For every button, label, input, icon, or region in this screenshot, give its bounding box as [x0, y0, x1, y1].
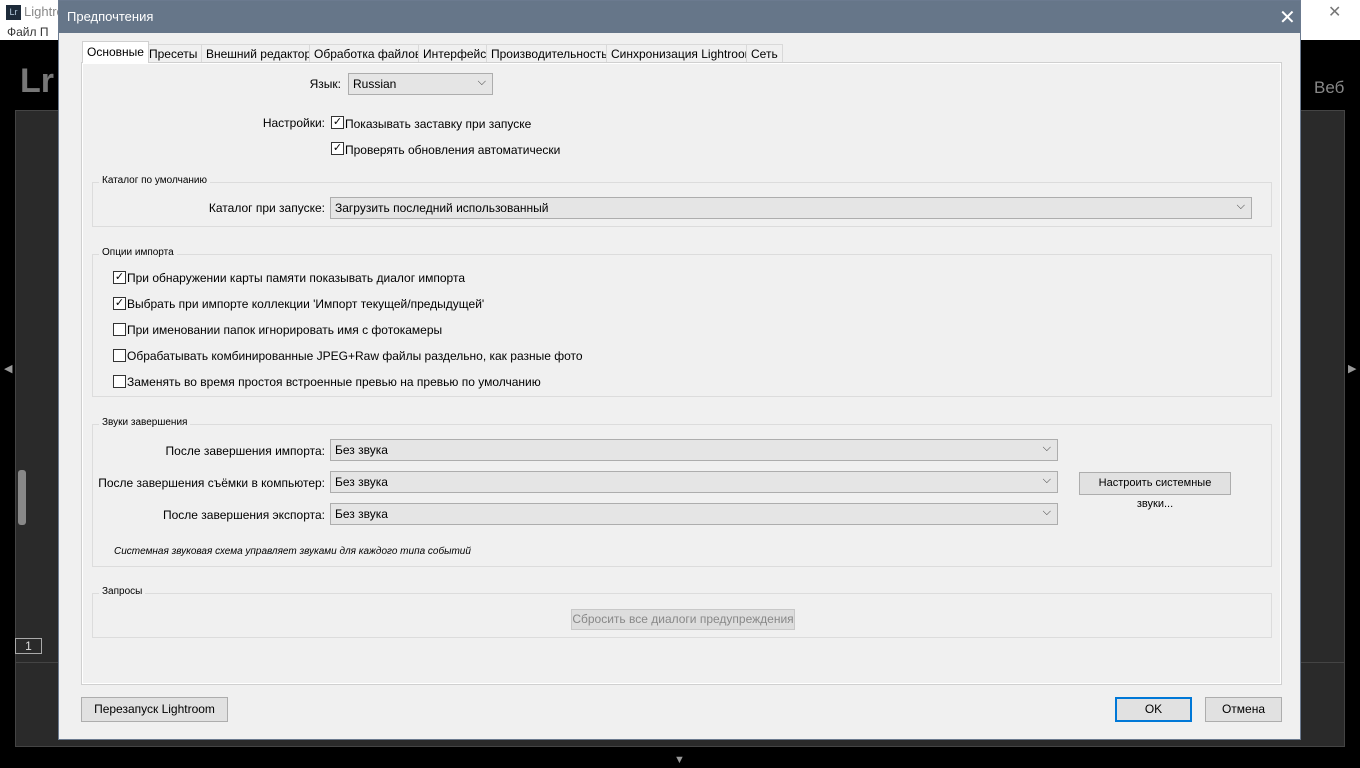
import-sound-select[interactable]: Без звука ⌵: [330, 439, 1058, 461]
import-group-title: Опции импорта: [99, 247, 177, 258]
app-logo: Lr: [6, 5, 21, 20]
sounds-group-title: Звуки завершения: [99, 417, 191, 428]
import-collection-checkbox[interactable]: ✓: [113, 297, 126, 310]
prompts-group-title: Запросы: [99, 586, 146, 597]
settings-label: Настройки:: [262, 116, 325, 130]
export-sound-select[interactable]: Без звука ⌵: [330, 503, 1058, 525]
language-value: Russian: [353, 77, 397, 91]
tab-presets[interactable]: Пресеты: [144, 44, 203, 63]
app-close-icon[interactable]: ✕: [1328, 2, 1341, 22]
system-sounds-button[interactable]: Настроить системные звуки...: [1079, 472, 1231, 510]
cancel-button[interactable]: Отмена: [1205, 697, 1282, 722]
check-updates-checkbox[interactable]: ✓: [331, 142, 344, 155]
catalog-value: Загрузить последний использованный: [335, 201, 549, 215]
import-option-label: При обнаружении карты памяти показывать …: [127, 271, 465, 285]
check-updates-label: Проверять обновления автоматически: [345, 143, 561, 157]
tab-external-editor[interactable]: Внешний редактор: [201, 44, 317, 63]
catalog-label: Каталог при запуске:: [208, 201, 325, 215]
replace-previews-checkbox[interactable]: [113, 375, 126, 388]
tether-sound-value: Без звука: [335, 475, 388, 489]
tab-performance[interactable]: Производительность: [486, 44, 613, 63]
tab-interface[interactable]: Интерфейс: [418, 44, 492, 63]
ok-button[interactable]: OK: [1115, 697, 1192, 722]
right-panel: [1295, 110, 1345, 690]
left-panel-toggle-icon[interactable]: ◀: [4, 362, 12, 375]
completion-sounds-group: Звуки завершения После завершения импорт…: [92, 417, 1272, 567]
tab-file-handling[interactable]: Обработка файлов: [309, 44, 427, 63]
import-dialog-checkbox[interactable]: ✓: [113, 271, 126, 284]
jpeg-raw-separate-checkbox[interactable]: [113, 349, 126, 362]
tab-lightroom-sync[interactable]: Синхронизация Lightroom: [606, 44, 760, 63]
chevron-down-icon: ⌵: [477, 76, 486, 88]
chevron-down-icon: ⌵: [1236, 200, 1245, 212]
tab-general[interactable]: Основные: [82, 41, 149, 63]
import-sound-label: После завершения импорта:: [165, 444, 325, 458]
filmstrip-page[interactable]: 1: [15, 638, 42, 654]
tab-panel: Язык: Russian ⌵ Настройки: ✓ Показывать з…: [81, 62, 1282, 685]
show-splash-label: Показывать заставку при запуске: [345, 117, 532, 131]
chevron-down-icon: ⌵: [1042, 474, 1051, 486]
import-option-label: Обрабатывать комбинированные JPEG+Raw фа…: [127, 349, 583, 363]
catalog-select[interactable]: Загрузить последний использованный ⌵: [330, 197, 1252, 219]
app-menu[interactable]: Файл П: [7, 25, 48, 39]
show-splash-checkbox[interactable]: ✓: [331, 116, 344, 129]
catalog-group: Каталог по умолчанию Каталог при запуске…: [92, 175, 1272, 227]
export-sound-value: Без звука: [335, 507, 388, 521]
prompts-group: Запросы Сбросить все диалоги предупрежде…: [92, 586, 1272, 638]
chevron-down-icon: ⌵: [1042, 506, 1051, 518]
dialog-title-bar: Предпочтения ✕: [59, 1, 1300, 33]
sounds-note: Системная звуковая схема управляет звука…: [114, 546, 471, 557]
left-scrollbar[interactable]: [18, 470, 26, 525]
export-sound-label: После завершения экспорта:: [163, 508, 325, 522]
reset-warnings-button[interactable]: Сбросить все диалоги предупреждения: [571, 609, 795, 630]
language-select[interactable]: Russian ⌵: [348, 73, 493, 95]
right-panel-toggle-icon[interactable]: ▶: [1348, 362, 1356, 375]
dialog-title: Предпочтения: [67, 9, 154, 24]
lr-brand: Lr: [20, 62, 54, 100]
preferences-dialog: Предпочтения ✕ Основные Пресеты Внешний …: [58, 0, 1301, 740]
ignore-camera-name-checkbox[interactable]: [113, 323, 126, 336]
restart-lightroom-button[interactable]: Перезапуск Lightroom: [81, 697, 228, 722]
tether-sound-label: После завершения съёмки в компьютер:: [98, 476, 325, 490]
tether-sound-select[interactable]: Без звука ⌵: [330, 471, 1058, 493]
close-icon[interactable]: ✕: [1279, 5, 1296, 30]
language-label: Язык:: [309, 77, 341, 91]
chevron-down-icon: ⌵: [1042, 442, 1051, 454]
import-option-label: Выбрать при импорте коллекции 'Импорт те…: [127, 297, 485, 311]
module-web[interactable]: Веб: [1314, 78, 1344, 98]
tab-network[interactable]: Сеть: [746, 44, 783, 63]
import-sound-value: Без звука: [335, 443, 388, 457]
filmstrip-toggle-icon[interactable]: ▼: [674, 754, 685, 766]
import-option-label: При именовании папок игнорировать имя с …: [127, 323, 443, 337]
catalog-group-title: Каталог по умолчанию: [99, 175, 210, 186]
import-options-group: Опции импорта ✓ При обнаружении карты па…: [92, 247, 1272, 397]
import-option-label: Заменять во время простоя встроенные пре…: [127, 375, 541, 389]
